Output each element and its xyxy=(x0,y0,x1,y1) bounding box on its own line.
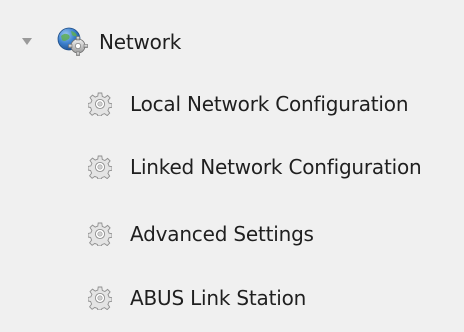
tree-item-advanced-settings[interactable]: Advanced Settings xyxy=(88,214,458,254)
settings-gear-icon xyxy=(88,92,112,116)
navigation-tree: Network Local Network Configuration Link… xyxy=(0,0,464,332)
tree-item-label: Linked Network Configuration xyxy=(130,155,422,179)
network-gear-icon xyxy=(56,27,90,57)
tree-node-network[interactable]: Network xyxy=(22,22,442,62)
settings-gear-icon xyxy=(88,222,112,246)
tree-item-linked-network-configuration[interactable]: Linked Network Configuration xyxy=(88,147,458,187)
settings-gear-icon xyxy=(88,155,112,179)
tree-item-label: Advanced Settings xyxy=(130,222,314,246)
tree-node-label: Network xyxy=(99,30,182,54)
tree-item-label: Local Network Configuration xyxy=(130,92,409,116)
tree-item-abus-link-station[interactable]: ABUS Link Station xyxy=(88,278,458,318)
settings-gear-icon xyxy=(88,286,112,310)
tree-item-label: ABUS Link Station xyxy=(130,286,307,310)
tree-item-local-network-configuration[interactable]: Local Network Configuration xyxy=(88,84,458,124)
